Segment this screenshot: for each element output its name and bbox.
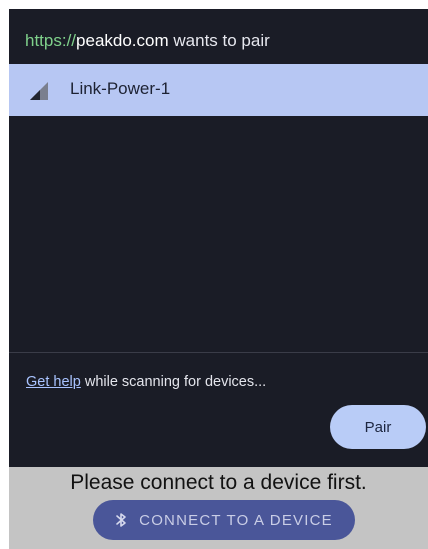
get-help-link[interactable]: Get help: [26, 374, 81, 390]
screen: https://peakdo.com wants to pair Link-Po…: [0, 0, 428, 549]
device-name: Link-Power-1: [70, 79, 171, 98]
divider: [9, 352, 428, 353]
signal-strength-icon: [30, 82, 48, 100]
connect-to-device-button[interactable]: CONNECT TO A DEVICE: [93, 500, 355, 540]
help-row: Get help while scanning for devices...: [26, 374, 266, 390]
help-text: while scanning for devices...: [80, 374, 267, 390]
device-list: Link-Power-1: [9, 64, 428, 352]
pair-button[interactable]: Pair: [330, 405, 426, 449]
bluetooth-pair-dialog: https://peakdo.com wants to pair Link-Po…: [9, 9, 428, 467]
origin-suffix: wants to pair: [168, 31, 270, 50]
connect-button-label: CONNECT TO A DEVICE: [139, 511, 333, 529]
page-background: Please connect to a device first. CONNEC…: [9, 467, 428, 549]
dialog-title: https://peakdo.com wants to pair: [25, 31, 270, 51]
connect-prompt: Please connect to a device first.: [70, 471, 367, 494]
origin-scheme: https://: [25, 31, 77, 50]
origin-host: peakdo.com: [76, 31, 169, 50]
bluetooth-icon: [116, 513, 126, 527]
device-item-link-power-1[interactable]: Link-Power-1: [9, 64, 428, 116]
